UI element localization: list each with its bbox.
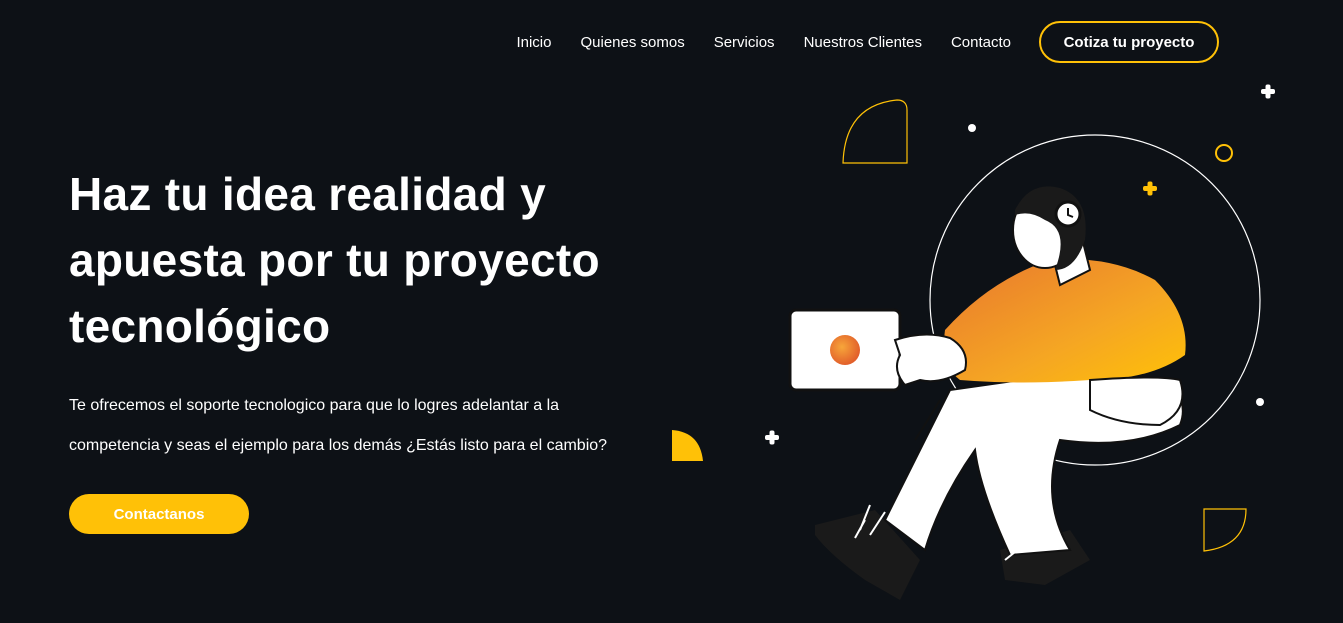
dot-decoration: [1256, 398, 1264, 406]
plus-decoration: [765, 430, 779, 445]
nav-item-inicio[interactable]: Inicio: [516, 34, 551, 51]
plus-decoration: [1143, 181, 1157, 196]
quarter-shape-filled: [672, 430, 703, 461]
hero-title-line: apuesta por tu proyecto: [69, 234, 600, 286]
nav-item-contacto[interactable]: Contacto: [951, 34, 1011, 51]
landing-page: Inicio Quienes somos Servicios Nuestros …: [0, 0, 1343, 623]
contact-button[interactable]: Contactanos: [69, 494, 249, 534]
quarter-shape-outline: [842, 99, 908, 164]
hero-description: Te ofrecemos el soporte tecnologico para…: [69, 386, 669, 466]
hero-title: Haz tu idea realidad y apuesta por tu pr…: [69, 161, 709, 359]
hero-title-line: Haz tu idea realidad y: [69, 168, 546, 220]
hero-description-line: competencia y seas el ejemplo para los d…: [69, 437, 608, 454]
quarter-shape-outline: [1203, 508, 1247, 552]
hero-description-line: Te ofrecemos el soporte tecnologico para…: [69, 397, 560, 414]
ring-decoration: [1215, 144, 1233, 162]
nav-item-nuestros-clientes[interactable]: Nuestros Clientes: [804, 34, 922, 51]
quote-project-button[interactable]: Cotiza tu proyecto: [1039, 21, 1219, 63]
nav-item-servicios[interactable]: Servicios: [714, 34, 775, 51]
arm: [893, 333, 967, 387]
hero-title-line: tecnológico: [69, 300, 331, 352]
dot-decoration: [968, 124, 976, 132]
plus-decoration: [1261, 84, 1275, 99]
nav-item-quienes-somos[interactable]: Quienes somos: [580, 34, 684, 51]
person-with-laptop-illustration: [672, 84, 1275, 600]
main-nav: Inicio Quienes somos Servicios Nuestros …: [516, 21, 1219, 63]
laptop-logo: [830, 335, 860, 365]
